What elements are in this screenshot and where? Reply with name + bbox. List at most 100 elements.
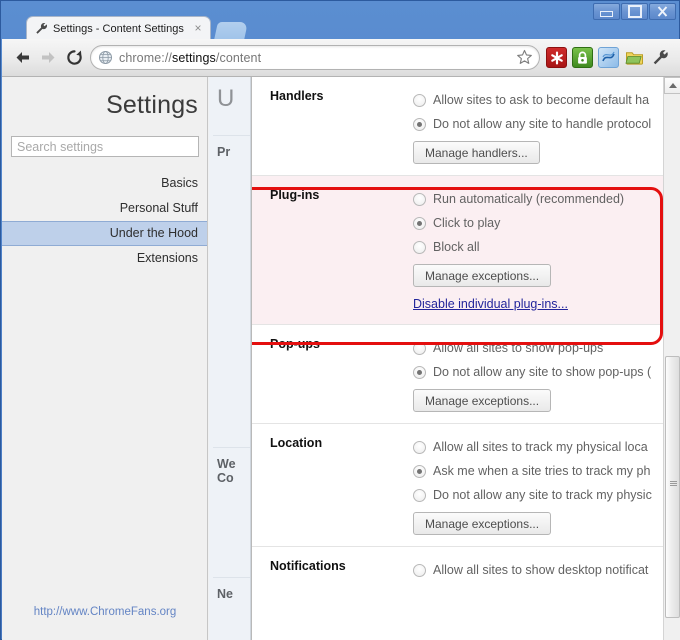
settings-sidebar: Settings Search settings Basics Personal… bbox=[2, 77, 208, 640]
scrollbar-thumb[interactable] bbox=[665, 356, 680, 618]
radio-icon[interactable] bbox=[413, 192, 426, 206]
tab-close-icon[interactable]: × bbox=[192, 22, 204, 35]
reload-button[interactable] bbox=[61, 45, 87, 71]
radio-row[interactable]: Allow all sites to show desktop notifica… bbox=[413, 558, 664, 582]
wrench-icon bbox=[33, 21, 49, 37]
asterisk-extension-icon[interactable] bbox=[546, 47, 567, 68]
background-content-strip: U Pr We Co Ne Tr bbox=[209, 77, 251, 640]
section-title: Handlers bbox=[270, 89, 324, 103]
extension-icons bbox=[546, 47, 673, 68]
search-input[interactable]: Search settings bbox=[11, 136, 199, 157]
sidebar-item-extensions[interactable]: Extensions bbox=[2, 246, 207, 271]
radio-row[interactable]: Do not allow any site to show pop-ups ( bbox=[413, 360, 664, 384]
wrench-menu-icon[interactable] bbox=[650, 47, 671, 68]
globe-icon bbox=[98, 50, 113, 65]
background-heading-network: Ne bbox=[217, 587, 233, 601]
radio-label: Do not allow any site to track my physic bbox=[433, 488, 652, 502]
radio-icon[interactable] bbox=[413, 93, 426, 107]
address-bar[interactable]: chrome://settings/content bbox=[90, 45, 540, 70]
disable-plugins-link-row: Disable individual plug-ins... bbox=[413, 295, 664, 313]
section-title: Location bbox=[270, 436, 323, 450]
radio-label: Allow all sites to show desktop notifica… bbox=[433, 563, 649, 577]
search-placeholder: Search settings bbox=[17, 139, 104, 154]
section-title: Notifications bbox=[270, 559, 346, 573]
settings-page-background: Settings Search settings Basics Personal… bbox=[2, 77, 680, 640]
radio-row[interactable]: Click to play bbox=[413, 211, 664, 235]
radio-label: Click to play bbox=[433, 216, 501, 230]
sidebar-nav: Basics Personal Stuff Under the Hood Ext… bbox=[2, 171, 207, 271]
radio-row[interactable]: Allow all sites to show pop-ups bbox=[413, 336, 664, 360]
forward-arrow-icon bbox=[41, 52, 54, 63]
footer-link[interactable]: http://www.ChromeFans.org bbox=[2, 606, 208, 618]
radio-label: Allow sites to ask to become default ha bbox=[433, 93, 650, 107]
background-heading-web-1: We bbox=[217, 457, 236, 471]
forward-button[interactable] bbox=[35, 45, 61, 71]
radio-icon[interactable] bbox=[413, 488, 426, 502]
scrollbar-grip-icon bbox=[670, 481, 677, 486]
radio-icon-selected[interactable] bbox=[413, 216, 426, 230]
manage-exceptions-button[interactable]: Manage exceptions... bbox=[413, 389, 552, 412]
section-notifications: Notifications Allow all sites to show de… bbox=[252, 546, 664, 593]
back-arrow-icon bbox=[16, 52, 29, 63]
section-title: Pop-ups bbox=[270, 337, 320, 351]
chevron-up-icon bbox=[668, 83, 677, 88]
background-page-heading: U bbox=[217, 85, 235, 112]
section-title: Plug-ins bbox=[270, 188, 320, 202]
radio-row[interactable]: Allow sites to ask to become default ha bbox=[413, 88, 664, 112]
radio-row[interactable]: Ask me when a site tries to track my ph bbox=[413, 459, 664, 483]
radio-label: Allow all sites to track my physical loc… bbox=[433, 440, 648, 454]
padlock-extension-icon[interactable] bbox=[572, 47, 593, 68]
radio-icon-selected[interactable] bbox=[413, 365, 426, 379]
manage-handlers-button[interactable]: Manage handlers... bbox=[413, 141, 540, 164]
sidebar-item-under-the-hood[interactable]: Under the Hood bbox=[2, 221, 207, 246]
browser-window: Settings - Content Settings × chrome://s… bbox=[0, 0, 680, 640]
page-title: Settings bbox=[106, 91, 198, 119]
radio-icon[interactable] bbox=[413, 440, 426, 454]
sidebar-item-basics[interactable]: Basics bbox=[2, 171, 207, 196]
new-tab-button[interactable] bbox=[214, 22, 248, 40]
radio-label: Do not allow any site to show pop-ups ( bbox=[433, 365, 652, 379]
radio-label: Ask me when a site tries to track my ph bbox=[433, 464, 651, 478]
content-settings-list: Handlers Allow sites to ask to become de… bbox=[252, 77, 664, 640]
radio-row[interactable]: Run automatically (recommended) bbox=[413, 187, 664, 211]
manage-exceptions-button[interactable]: Manage exceptions... bbox=[413, 264, 552, 287]
radio-icon[interactable] bbox=[413, 240, 426, 254]
radio-row[interactable]: Allow all sites to track my physical loc… bbox=[413, 435, 664, 459]
folder-extension-icon[interactable] bbox=[624, 47, 645, 68]
back-button[interactable] bbox=[9, 45, 35, 71]
background-heading-web-2: Co bbox=[217, 471, 234, 485]
disable-individual-plugins-link[interactable]: Disable individual plug-ins... bbox=[413, 297, 568, 311]
browser-toolbar: chrome://settings/content bbox=[2, 39, 680, 77]
radio-label: Allow all sites to show pop-ups bbox=[433, 341, 604, 355]
page-viewport: Settings Search settings Basics Personal… bbox=[2, 77, 680, 640]
background-heading-privacy: Pr bbox=[217, 145, 231, 159]
scroll-up-button[interactable] bbox=[664, 77, 680, 94]
radio-icon[interactable] bbox=[413, 341, 426, 355]
page-scrollbar[interactable] bbox=[663, 77, 680, 640]
radio-label: Do not allow any site to handle protocol bbox=[433, 117, 652, 131]
section-handlers: Handlers Allow sites to ask to become de… bbox=[252, 77, 664, 175]
radio-row[interactable]: Do not allow any site to handle protocol bbox=[413, 112, 664, 136]
section-popups: Pop-ups Allow all sites to show pop-ups … bbox=[252, 324, 664, 423]
reload-icon bbox=[66, 50, 82, 65]
radio-label: Block all bbox=[433, 240, 480, 254]
section-location: Location Allow all sites to track my phy… bbox=[252, 423, 664, 546]
section-plugins: Plug-ins Run automatically (recommended)… bbox=[252, 175, 664, 324]
sidebar-item-personal-stuff[interactable]: Personal Stuff bbox=[2, 196, 207, 221]
radio-icon-selected[interactable] bbox=[413, 464, 426, 478]
radio-row[interactable]: Block all bbox=[413, 235, 664, 259]
tab-title: Settings - Content Settings bbox=[53, 22, 184, 35]
url-text: chrome://settings/content bbox=[119, 50, 262, 65]
content-settings-overlay: Handlers Allow sites to ask to become de… bbox=[251, 77, 680, 640]
window-frame: Settings - Content Settings × chrome://s… bbox=[0, 0, 680, 640]
radio-icon[interactable] bbox=[413, 563, 426, 577]
manage-exceptions-button[interactable]: Manage exceptions... bbox=[413, 512, 552, 535]
radio-label: Run automatically (recommended) bbox=[433, 192, 625, 206]
radio-row[interactable]: Do not allow any site to track my physic bbox=[413, 483, 664, 507]
tab-settings[interactable]: Settings - Content Settings × bbox=[26, 16, 211, 40]
close-icon bbox=[657, 5, 668, 17]
bookmark-star-icon[interactable] bbox=[516, 49, 533, 66]
blue-square-extension-icon[interactable] bbox=[598, 47, 619, 68]
tab-strip: Settings - Content Settings × bbox=[2, 16, 680, 40]
radio-icon-selected[interactable] bbox=[413, 117, 426, 131]
